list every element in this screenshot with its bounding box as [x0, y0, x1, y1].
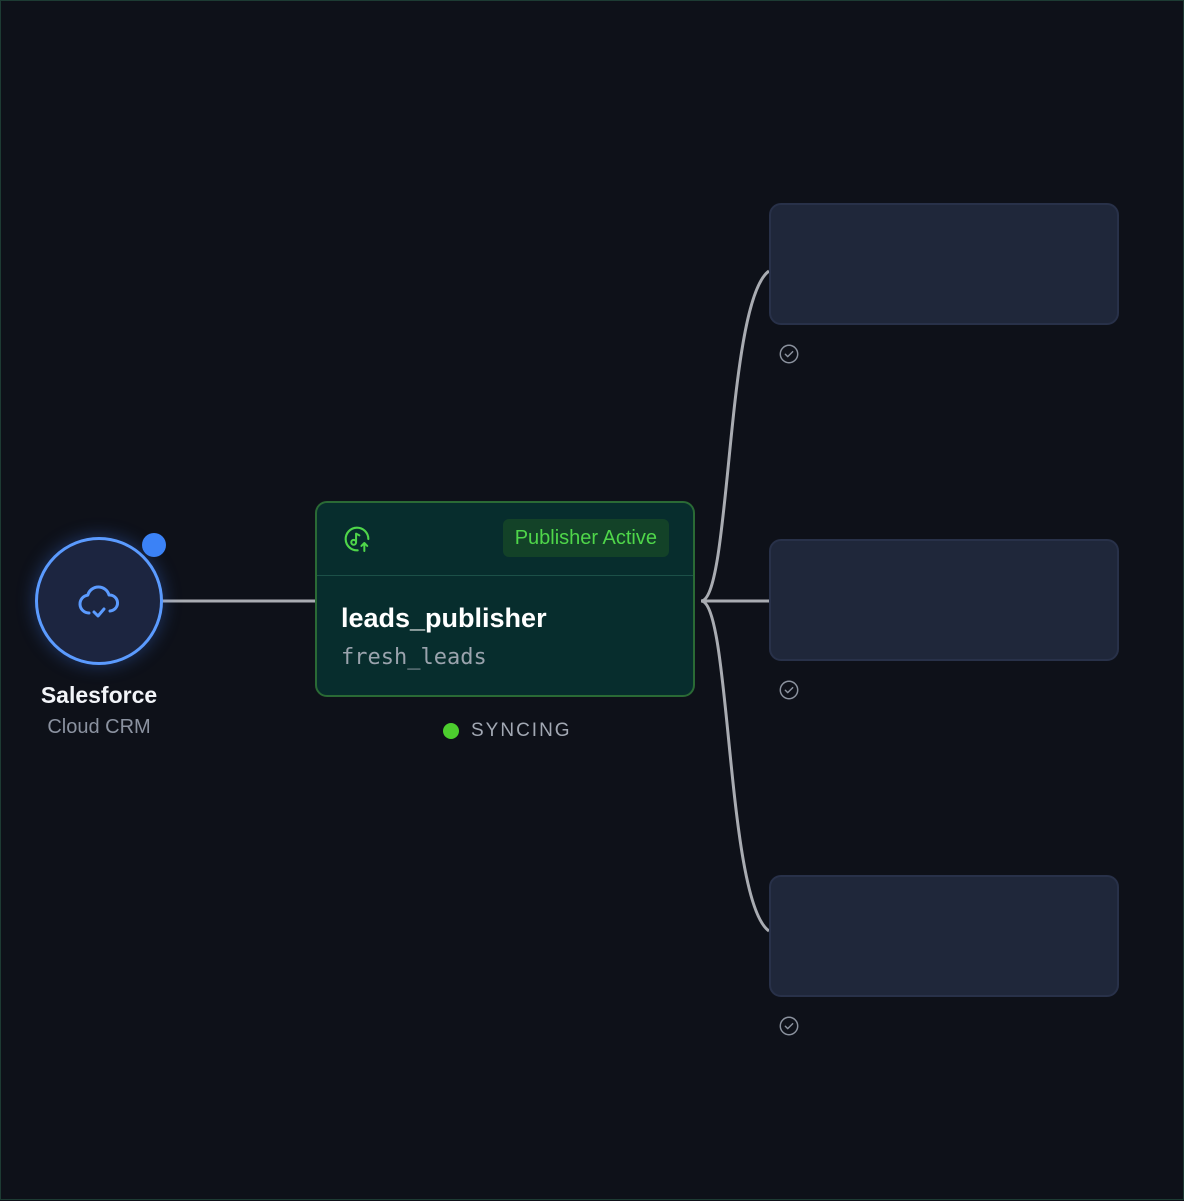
check-circle-icon — [779, 344, 799, 364]
pipeline-canvas: Salesforce Cloud CRM Publisher Active le… — [0, 0, 1184, 1200]
consumer-node-2[interactable] — [769, 539, 1119, 661]
edge-publisher-to-consumer-1 — [700, 269, 770, 603]
publisher-header: Publisher Active — [317, 503, 693, 576]
source-subtitle: Cloud CRM — [47, 716, 151, 738]
status-dot — [443, 723, 459, 739]
edge-publisher-to-consumer-3 — [700, 599, 770, 933]
source-name: Salesforce — [40, 682, 158, 708]
consumer-node-1[interactable] — [769, 203, 1119, 325]
publisher-name: leads_publisher — [341, 603, 547, 633]
consumer-node-3[interactable] — [769, 875, 1119, 997]
publisher-topic: fresh_leads — [341, 645, 487, 670]
status-text: SYNCING — [471, 720, 572, 741]
sync-status: SYNCING — [443, 720, 572, 742]
publish-icon — [344, 526, 370, 552]
source-node-salesforce[interactable] — [35, 537, 163, 665]
check-circle-icon — [779, 680, 799, 700]
cloud-check-icon — [78, 585, 119, 618]
publisher-status-badge: Publisher Active — [502, 519, 669, 557]
notification-dot — [142, 533, 166, 557]
publisher-card[interactable]: Publisher Active leads_publisher fresh_l… — [315, 501, 695, 697]
check-circle-icon — [779, 1016, 799, 1036]
